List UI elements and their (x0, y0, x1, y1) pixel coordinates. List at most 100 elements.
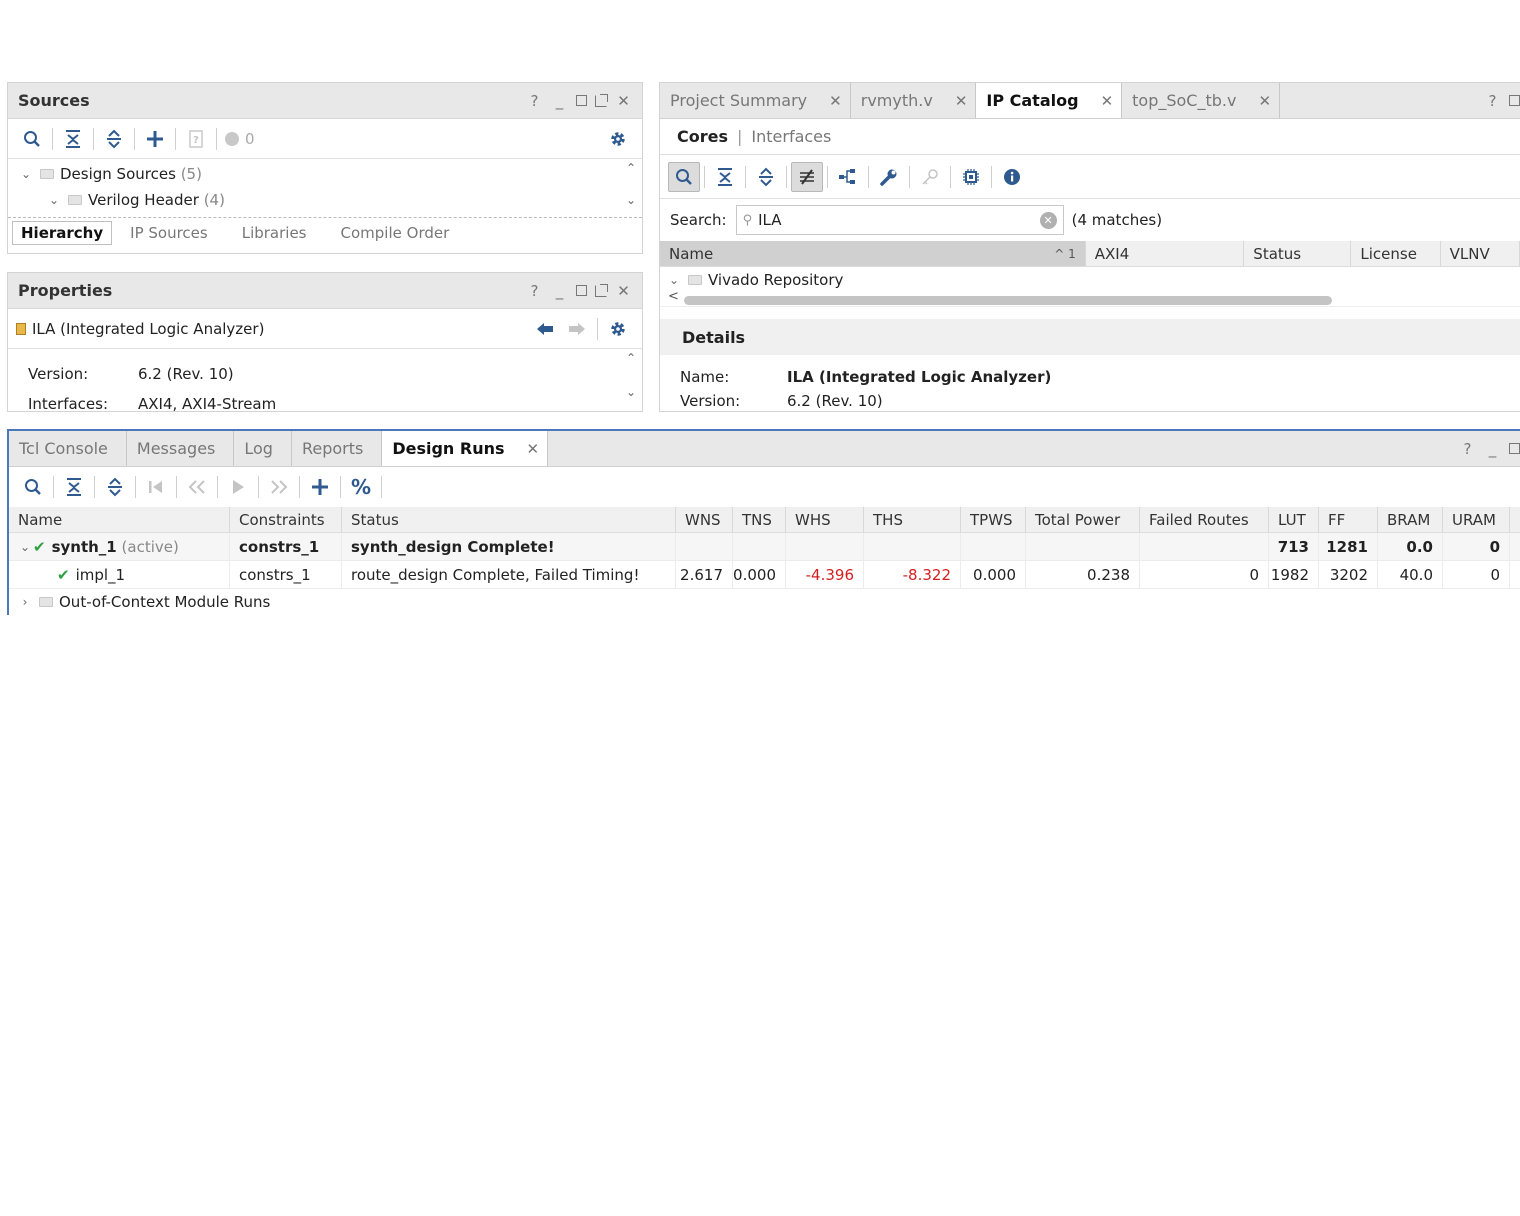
help-icon[interactable]: ? (526, 282, 543, 300)
add-run-icon[interactable] (304, 472, 336, 502)
close-icon[interactable]: ✕ (829, 92, 842, 110)
search-icon[interactable] (16, 124, 48, 154)
clear-icon[interactable]: ✕ (1039, 211, 1057, 229)
chevron-down-icon[interactable]: ⌄ (666, 273, 682, 287)
info-icon[interactable] (996, 162, 1028, 192)
column-status[interactable]: Status (1244, 241, 1352, 266)
expand-all-icon[interactable] (98, 124, 130, 154)
add-sources-icon[interactable] (139, 124, 171, 154)
maximize-icon[interactable] (1509, 443, 1520, 454)
horizontal-scrollbar[interactable]: < (660, 289, 1520, 307)
tab-cores[interactable]: Cores (677, 127, 728, 146)
scroll-up-icon[interactable]: ⌃ (624, 161, 638, 175)
scroll-left-icon[interactable]: < (668, 289, 679, 304)
float-icon[interactable] (595, 283, 608, 297)
tab-top-soc-tb[interactable]: top_SoC_tb.v ✕ (1122, 83, 1281, 118)
back-arrow-icon[interactable] (529, 314, 561, 344)
tab-ip-catalog[interactable]: IP Catalog ✕ (976, 83, 1123, 118)
scroll-up-icon[interactable]: ⌃ (624, 351, 638, 365)
collapse-all-icon[interactable] (57, 124, 89, 154)
help-icon[interactable]: ? (1459, 440, 1476, 458)
help-icon[interactable]: ? (1484, 92, 1501, 110)
fast-forward-icon[interactable] (263, 472, 295, 502)
scroll-down-icon[interactable]: ⌄ (624, 385, 638, 399)
scroll-down-icon[interactable]: ⌄ (624, 193, 638, 207)
minimize-icon[interactable]: _ (1484, 440, 1501, 458)
forward-arrow-icon[interactable] (561, 314, 593, 344)
search-icon[interactable] (668, 161, 700, 192)
minimize-icon[interactable]: _ (551, 92, 568, 110)
tab-rvmyth[interactable]: rvmyth.v ✕ (851, 83, 977, 118)
tree-item-vivado-repository[interactable]: ⌄ Vivado Repository (660, 267, 1520, 293)
minimize-icon[interactable]: _ (551, 282, 568, 300)
expand-all-icon[interactable] (750, 162, 782, 192)
column-tns[interactable]: TNS (733, 507, 786, 532)
tree-item-design-sources[interactable]: ⌄ Design Sources (5) (18, 161, 642, 187)
column-ff[interactable]: FF (1319, 507, 1378, 532)
close-icon[interactable]: ✕ (527, 440, 540, 458)
gear-icon[interactable] (602, 314, 634, 344)
column-tpws[interactable]: TPWS (961, 507, 1026, 532)
tab-messages[interactable]: Messages (127, 431, 235, 466)
tab-tcl-console[interactable]: Tcl Console (9, 431, 127, 466)
chevron-down-icon[interactable]: ⌄ (46, 193, 62, 207)
tab-compile-order[interactable]: Compile Order (333, 222, 458, 244)
table-row-impl[interactable]: ✔ impl_1 constrs_1 route_design Complete… (9, 561, 1520, 589)
float-icon[interactable] (595, 93, 608, 107)
column-license[interactable]: License (1351, 241, 1441, 266)
tab-interfaces[interactable]: Interfaces (751, 127, 831, 146)
help-icon[interactable]: ? (526, 92, 543, 110)
column-constraints[interactable]: Constraints (230, 507, 342, 532)
tab-hierarchy[interactable]: Hierarchy (12, 220, 113, 245)
column-uram[interactable]: URAM (1443, 507, 1510, 532)
column-status[interactable]: Status (342, 507, 676, 532)
rewind-icon[interactable] (181, 472, 213, 502)
tab-ip-sources[interactable]: IP Sources (122, 222, 216, 244)
filter-icon[interactable] (791, 161, 823, 192)
column-lut[interactable]: LUT (1269, 507, 1319, 532)
column-axi4[interactable]: AXI4 (1086, 241, 1245, 266)
hierarchy-icon[interactable] (832, 162, 864, 192)
scrollbar-thumb[interactable] (684, 296, 1332, 305)
percent-icon[interactable]: % (345, 472, 377, 502)
collapse-all-icon[interactable] (58, 472, 90, 502)
first-icon[interactable] (140, 472, 172, 502)
chevron-right-icon[interactable]: › (17, 595, 33, 609)
maximize-icon[interactable] (1509, 95, 1520, 106)
column-name[interactable]: Name ^ 1 (660, 241, 1086, 266)
maximize-icon[interactable] (576, 95, 587, 106)
close-icon[interactable]: ✕ (1101, 92, 1114, 110)
key-icon[interactable] (914, 162, 946, 192)
tab-project-summary[interactable]: Project Summary ✕ (660, 83, 851, 118)
column-failed-routes[interactable]: Failed Routes (1140, 507, 1269, 532)
chip-icon[interactable] (955, 162, 987, 192)
tree-item-ooc-runs[interactable]: › Out-of-Context Module Runs (9, 589, 1520, 615)
column-name[interactable]: Name (9, 507, 230, 532)
tab-log[interactable]: Log (234, 431, 292, 466)
column-ths[interactable]: THS (864, 507, 961, 532)
close-icon[interactable]: ✕ (1258, 92, 1271, 110)
search-input[interactable]: ⚲ ILA ✕ (735, 205, 1064, 235)
column-vlnv[interactable]: VLNV (1441, 241, 1520, 266)
expand-all-icon[interactable] (99, 472, 131, 502)
column-bram[interactable]: BRAM (1378, 507, 1443, 532)
column-wns[interactable]: WNS (676, 507, 733, 532)
tab-libraries[interactable]: Libraries (234, 222, 315, 244)
gear-icon[interactable] (602, 124, 634, 154)
wrench-icon[interactable] (873, 162, 905, 192)
chevron-down-icon[interactable]: ⌄ (18, 167, 34, 181)
column-total-power[interactable]: Total Power (1026, 507, 1140, 532)
table-row-synth[interactable]: ⌄ ✔ synth_1 (active) constrs_1 synth_des… (9, 533, 1520, 561)
collapse-all-icon[interactable] (709, 162, 741, 192)
tab-reports[interactable]: Reports (292, 431, 383, 466)
tab-design-runs[interactable]: Design Runs ✕ (382, 431, 549, 466)
close-icon[interactable]: ✕ (615, 92, 632, 110)
column-whs[interactable]: WHS (786, 507, 864, 532)
close-icon[interactable]: ✕ (615, 282, 632, 300)
play-icon[interactable] (222, 472, 254, 502)
chevron-down-icon[interactable]: ⌄ (17, 540, 33, 554)
tree-item-verilog-header[interactable]: ⌄ Verilog Header (4) (18, 187, 642, 213)
close-icon[interactable]: ✕ (955, 92, 968, 110)
maximize-icon[interactable] (576, 285, 587, 296)
search-icon[interactable] (17, 472, 49, 502)
